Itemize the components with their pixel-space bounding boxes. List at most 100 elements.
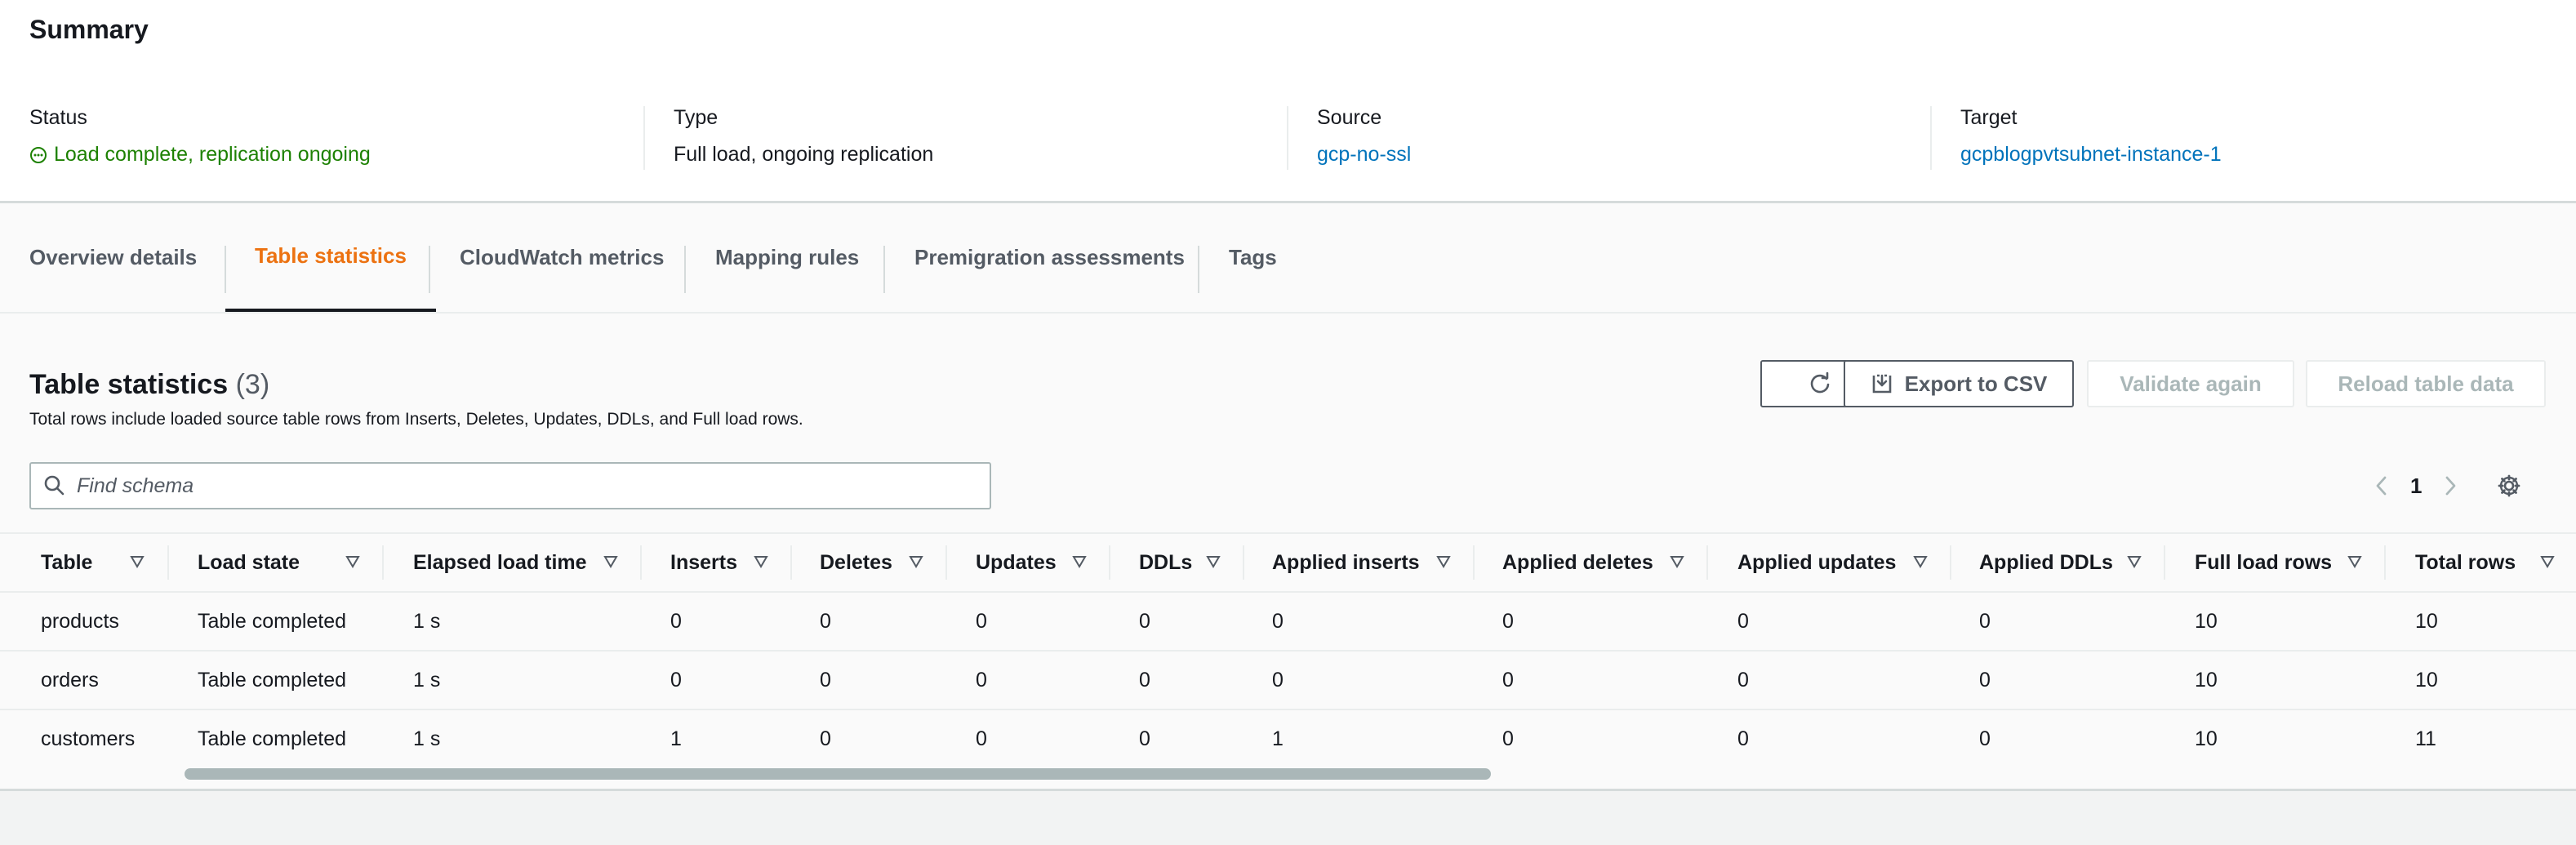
cell-load-state: Table completed (198, 609, 347, 633)
filter-icon[interactable] (129, 554, 145, 570)
tab-mapping-rules[interactable]: Mapping rules (686, 203, 888, 312)
column-divider[interactable] (945, 545, 947, 580)
cell-full-load-rows: 10 (2195, 609, 2218, 633)
source-field: Source gcp-no-ssl (1317, 106, 1411, 188)
filter-icon[interactable] (1669, 554, 1685, 570)
cell-ddls: 0 (1139, 727, 1150, 750)
search-input[interactable] (75, 473, 960, 499)
status-text: Load complete, replication ongoing (54, 143, 371, 166)
target-field: Target gcpblogpvtsubnet-instance-1 (1960, 106, 2222, 188)
column-divider[interactable] (167, 545, 169, 580)
tab-tags[interactable]: Tags (1199, 203, 1306, 312)
cell-table: customers (41, 727, 136, 750)
cell-applied-updates: 0 (1737, 609, 1749, 633)
divider (1287, 106, 1288, 170)
table-header-row: Table Load state Elapsed load time Inser… (0, 534, 2576, 593)
type-value: Full load, ongoing replication (674, 143, 934, 166)
target-link[interactable]: gcpblogpvtsubnet-instance-1 (1960, 143, 2222, 167)
column-header-ddls[interactable]: DDLs (1139, 534, 1192, 591)
search-box (29, 462, 991, 509)
filter-icon[interactable] (345, 554, 361, 570)
column-header-applied-inserts[interactable]: Applied inserts (1272, 534, 1420, 591)
column-divider[interactable] (1109, 545, 1110, 580)
tab-overview-details[interactable]: Overview details (0, 203, 226, 312)
column-divider[interactable] (1243, 545, 1244, 580)
column-header-applied-ddls[interactable]: Applied DDLs (1979, 534, 2113, 591)
filter-icon[interactable] (908, 554, 924, 570)
cell-table: products (41, 609, 119, 633)
source-link[interactable]: gcp-no-ssl (1317, 143, 1411, 167)
cell-load-state: Table completed (198, 727, 347, 750)
cell-updates: 0 (976, 609, 987, 633)
column-divider[interactable] (1473, 545, 1475, 580)
filter-icon[interactable] (753, 554, 769, 570)
tab-premigration-assessments[interactable]: Premigration assessments (885, 203, 1214, 312)
filter-icon[interactable] (2347, 554, 2363, 570)
download-icon (1872, 374, 1891, 394)
cell-ddls: 0 (1139, 668, 1150, 692)
column-header-inserts[interactable]: Inserts (670, 534, 737, 591)
cell-table: orders (41, 668, 99, 692)
column-divider[interactable] (382, 545, 384, 580)
type-label: Type (674, 106, 719, 129)
column-header-applied-deletes[interactable]: Applied deletes (1502, 534, 1653, 591)
filter-icon[interactable] (2539, 554, 2556, 570)
table-row: products Table completed 1 s 0 0 0 0 0 0… (0, 593, 2576, 652)
settings-gear-icon[interactable] (2497, 474, 2521, 498)
table-row: customers Table completed 1 s 1 0 0 0 1 … (0, 710, 2576, 769)
divider (643, 106, 645, 170)
filter-icon[interactable] (1071, 554, 1088, 570)
panel-title: Table statistics (3) (29, 369, 269, 401)
export-csv-button[interactable]: Export to CSV (1844, 360, 2074, 407)
cell-applied-updates: 0 (1737, 668, 1749, 692)
reload-table-data-button[interactable]: Reload table data (2306, 360, 2546, 407)
column-divider[interactable] (790, 545, 792, 580)
cell-inserts: 0 (670, 609, 682, 633)
summary-panel: Status Load complete, replication ongoin… (0, 82, 2576, 203)
target-label: Target (1960, 106, 2018, 129)
column-header-total-rows[interactable]: Total rows (2415, 534, 2516, 591)
column-header-elapsed-load-time[interactable]: Elapsed load time (413, 534, 587, 591)
cell-total-rows: 11 (2415, 727, 2436, 750)
column-divider[interactable] (1706, 545, 1708, 580)
cell-applied-inserts: 0 (1272, 668, 1284, 692)
column-divider[interactable] (1950, 545, 1951, 580)
column-header-applied-updates[interactable]: Applied updates (1737, 534, 1896, 591)
source-label: Source (1317, 106, 1382, 129)
column-divider[interactable] (2164, 545, 2165, 580)
tab-table-statistics[interactable]: Table statistics (225, 203, 436, 312)
cell-full-load-rows: 10 (2195, 727, 2218, 750)
filter-icon[interactable] (1205, 554, 1221, 570)
tab-cloudwatch-metrics[interactable]: CloudWatch metrics (430, 203, 693, 312)
cell-deletes: 0 (820, 727, 831, 750)
column-header-updates[interactable]: Updates (976, 534, 1057, 591)
filter-icon[interactable] (1435, 554, 1452, 570)
filter-icon[interactable] (603, 554, 619, 570)
column-header-load-state[interactable]: Load state (198, 534, 300, 591)
panel-bottom-border (0, 789, 2576, 791)
cell-applied-ddls: 0 (1979, 727, 1991, 750)
horizontal-scrollbar-thumb[interactable] (185, 768, 1491, 780)
validate-again-button[interactable]: Validate again (2087, 360, 2294, 407)
panel-description: Total rows include loaded source table r… (29, 410, 803, 429)
cell-applied-updates: 0 (1737, 727, 1749, 750)
column-header-full-load-rows[interactable]: Full load rows (2195, 534, 2332, 591)
status-label: Status (29, 106, 87, 129)
page-number[interactable]: 1 (2410, 474, 2422, 499)
chevron-left-icon[interactable] (2371, 474, 2392, 498)
column-divider[interactable] (640, 545, 642, 580)
filter-icon[interactable] (1912, 554, 1929, 570)
cell-elapsed-time: 1 s (413, 668, 441, 692)
chevron-right-icon[interactable] (2440, 474, 2461, 498)
cell-applied-deletes: 0 (1502, 668, 1514, 692)
panel-count: (3) (235, 369, 270, 400)
column-header-table[interactable]: Table (41, 534, 92, 591)
pagination: 1 (2371, 462, 2521, 509)
status-field: Status Load complete, replication ongoin… (29, 106, 371, 188)
column-divider[interactable] (2384, 545, 2386, 580)
filter-icon[interactable] (2126, 554, 2142, 570)
cell-applied-ddls: 0 (1979, 609, 1991, 633)
cell-total-rows: 10 (2415, 609, 2438, 633)
cell-deletes: 0 (820, 609, 831, 633)
column-header-deletes[interactable]: Deletes (820, 534, 892, 591)
